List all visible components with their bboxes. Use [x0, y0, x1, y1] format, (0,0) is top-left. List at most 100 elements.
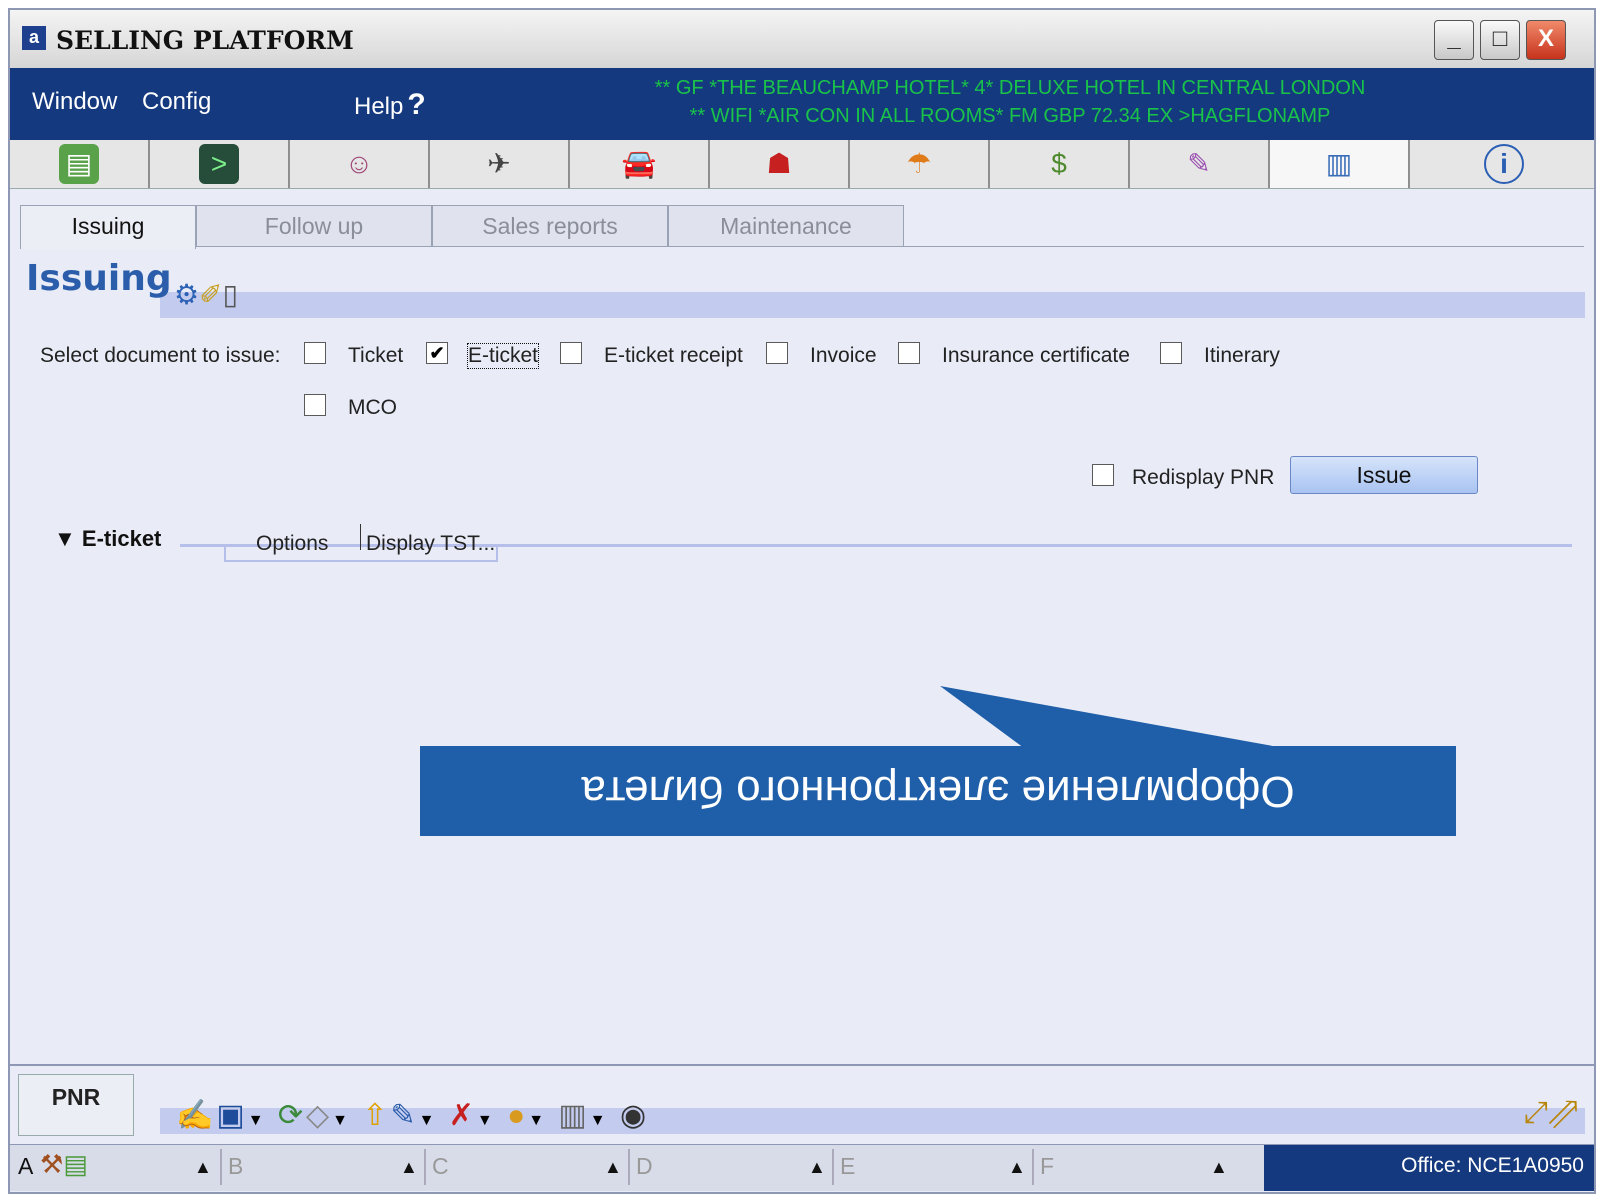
coin-dropdown-icon[interactable]: ▼: [528, 1112, 547, 1129]
popout-icon[interactable]: ⇗: [1548, 1096, 1578, 1129]
eticket-receipt-checkbox[interactable]: [560, 342, 582, 364]
eticket-checkbox[interactable]: ✔: [426, 342, 448, 364]
document-issue-icon: ▥: [1325, 148, 1353, 179]
page-title: Issuing: [26, 258, 172, 299]
tab-follow-up[interactable]: Follow up: [196, 205, 432, 247]
status-bar: A ⚒▤ ▲ B ▲ C ▲ D ▲ E ▲ F ▲ Office: NCE1A…: [10, 1144, 1594, 1191]
area-c-label[interactable]: C: [432, 1153, 449, 1180]
selling-platform-window: a SELLING PLATFORM _ □ X Window Config H…: [8, 8, 1596, 1194]
ticker-line-1: ** GF *THE BEAUCHAMP HOTEL* 4* DELUXE HO…: [654, 77, 1366, 99]
area-b-arrow-icon[interactable]: ▲: [400, 1157, 418, 1178]
hotel-module-button[interactable]: ☗: [710, 140, 850, 188]
area-separator: [628, 1149, 630, 1185]
ticket-checkbox[interactable]: [304, 342, 326, 364]
area-b-label[interactable]: B: [228, 1153, 243, 1180]
tab-sales-reports[interactable]: Sales reports: [432, 205, 668, 247]
close-button[interactable]: X: [1526, 20, 1566, 60]
mco-checkbox[interactable]: [304, 394, 326, 416]
save-dropdown-icon[interactable]: ▼: [248, 1112, 267, 1129]
title-band: [160, 292, 1585, 318]
itinerary-checkbox[interactable]: [1160, 342, 1182, 364]
air-icon: ✈: [487, 148, 511, 179]
customer-module-button[interactable]: ☺: [290, 140, 430, 188]
edit-icon[interactable]: ✎: [390, 1099, 418, 1132]
area-a-label[interactable]: A: [18, 1153, 33, 1180]
money-module-button[interactable]: $: [990, 140, 1130, 188]
insurance-certificate-label: Insurance certificate: [942, 344, 1130, 367]
insurance-module-button[interactable]: ☂: [850, 140, 990, 188]
eticket-section-title: E-ticket: [81, 526, 162, 551]
subtab-display-tst[interactable]: Display TST...: [366, 532, 495, 556]
insurance-umbrella-icon: ☂: [906, 148, 932, 179]
area-e-label[interactable]: E: [840, 1153, 855, 1180]
eticket-label: E-ticket: [466, 343, 540, 369]
invoice-checkbox[interactable]: [766, 342, 788, 364]
cancel-doc-icon[interactable]: ✗: [449, 1099, 477, 1132]
area-c-arrow-icon[interactable]: ▲: [604, 1157, 622, 1178]
select-document-label: Select document to issue:: [40, 344, 281, 367]
redisplay-pnr-label: Redisplay PNR: [1132, 466, 1275, 489]
itinerary-label: Itinerary: [1204, 344, 1280, 367]
resize-icon[interactable]: ⤢: [1524, 1096, 1548, 1129]
cancel-dropdown-icon[interactable]: ▼: [477, 1112, 496, 1129]
area-e-arrow-icon[interactable]: ▲: [1008, 1157, 1026, 1178]
coin-icon[interactable]: ●: [507, 1099, 528, 1132]
redisplay-pnr-checkbox[interactable]: [1092, 464, 1114, 486]
maximize-button[interactable]: □: [1480, 20, 1520, 60]
eticket-section-header[interactable]: ▼ E-ticket: [54, 526, 161, 552]
area-f-label[interactable]: F: [1040, 1153, 1054, 1180]
subtab-options[interactable]: Options: [256, 532, 328, 556]
car-module-button[interactable]: 🚘: [570, 140, 710, 188]
tab-issuing[interactable]: Issuing: [20, 205, 196, 249]
insurance-certificate-checkbox[interactable]: [898, 342, 920, 364]
upload-icon[interactable]: ⇧: [362, 1099, 390, 1132]
help-question-icon: ?: [407, 88, 426, 121]
module-toolbar: ▤ > ☺ ✈ 🚘 ☗ ☂ $ ✎ ▥ i: [10, 140, 1594, 189]
pnr-small-icon: ▤: [63, 1149, 88, 1179]
issue-button[interactable]: Issue: [1290, 456, 1478, 494]
app-logo-icon: a: [22, 26, 46, 50]
area-f-arrow-icon[interactable]: ▲: [1210, 1157, 1228, 1178]
notepad-icon: ▯: [222, 279, 238, 310]
queue-module-button[interactable]: ✎: [1130, 140, 1270, 188]
pnr-module-button[interactable]: ▤: [10, 140, 150, 188]
subtab-separator: [360, 524, 361, 550]
area-a-arrow-icon[interactable]: ▲: [194, 1157, 212, 1178]
ticket-label: Ticket: [348, 344, 404, 367]
terminal-module-button[interactable]: >: [150, 140, 290, 188]
customer-profile-icon: ☺: [344, 148, 374, 179]
air-module-button[interactable]: ✈: [430, 140, 570, 188]
save-icon[interactable]: ▣: [216, 1099, 247, 1132]
tab-baseline: [904, 246, 1584, 247]
area-d-label[interactable]: D: [636, 1153, 653, 1180]
edit-dropdown-icon[interactable]: ▼: [419, 1112, 438, 1129]
money-icon: $: [1051, 148, 1067, 179]
area-d-arrow-icon[interactable]: ▲: [808, 1157, 826, 1178]
menu-help[interactable]: Help?: [354, 88, 426, 122]
sign-icon[interactable]: ✍: [176, 1099, 216, 1132]
erase-icon[interactable]: ◇: [306, 1099, 332, 1132]
preview-eye-icon[interactable]: ◉: [620, 1099, 649, 1132]
info-module-button[interactable]: i: [1410, 140, 1594, 188]
refresh-icon[interactable]: ⟳: [278, 1099, 306, 1132]
tools-icon: ⚒: [40, 1149, 64, 1179]
office-id: Office: NCE1A0950: [1264, 1145, 1594, 1191]
pnr-tab[interactable]: PNR: [18, 1074, 134, 1136]
tab-maintenance[interactable]: Maintenance: [668, 205, 904, 247]
menu-config[interactable]: Config: [142, 88, 211, 116]
car-icon: 🚘: [621, 148, 657, 179]
terminal-icon: >: [199, 144, 239, 184]
books-dropdown-icon[interactable]: ▼: [590, 1112, 609, 1129]
pnr-bottom-area: PNR ✍▣▼ ⟳◇▼ ⇧✎▼ ✗▼ ●▼ ▥▼ ◉ ⤢⇗: [10, 1064, 1594, 1146]
minimize-button[interactable]: _: [1434, 20, 1474, 60]
bottom-right-tools: ⤢⇗: [1524, 1096, 1578, 1130]
books-icon[interactable]: ▥: [558, 1099, 589, 1132]
erase-dropdown-icon[interactable]: ▼: [332, 1112, 351, 1129]
menu-window[interactable]: Window: [32, 88, 117, 116]
clear-broom-icon: ✐: [199, 279, 223, 310]
area-a-icons: ⚒▤: [40, 1149, 88, 1180]
invoice-label: Invoice: [810, 344, 877, 367]
issuing-module-button[interactable]: ▥: [1270, 140, 1410, 188]
area-separator: [832, 1149, 834, 1185]
new-document-icon: ⚙: [174, 279, 200, 310]
